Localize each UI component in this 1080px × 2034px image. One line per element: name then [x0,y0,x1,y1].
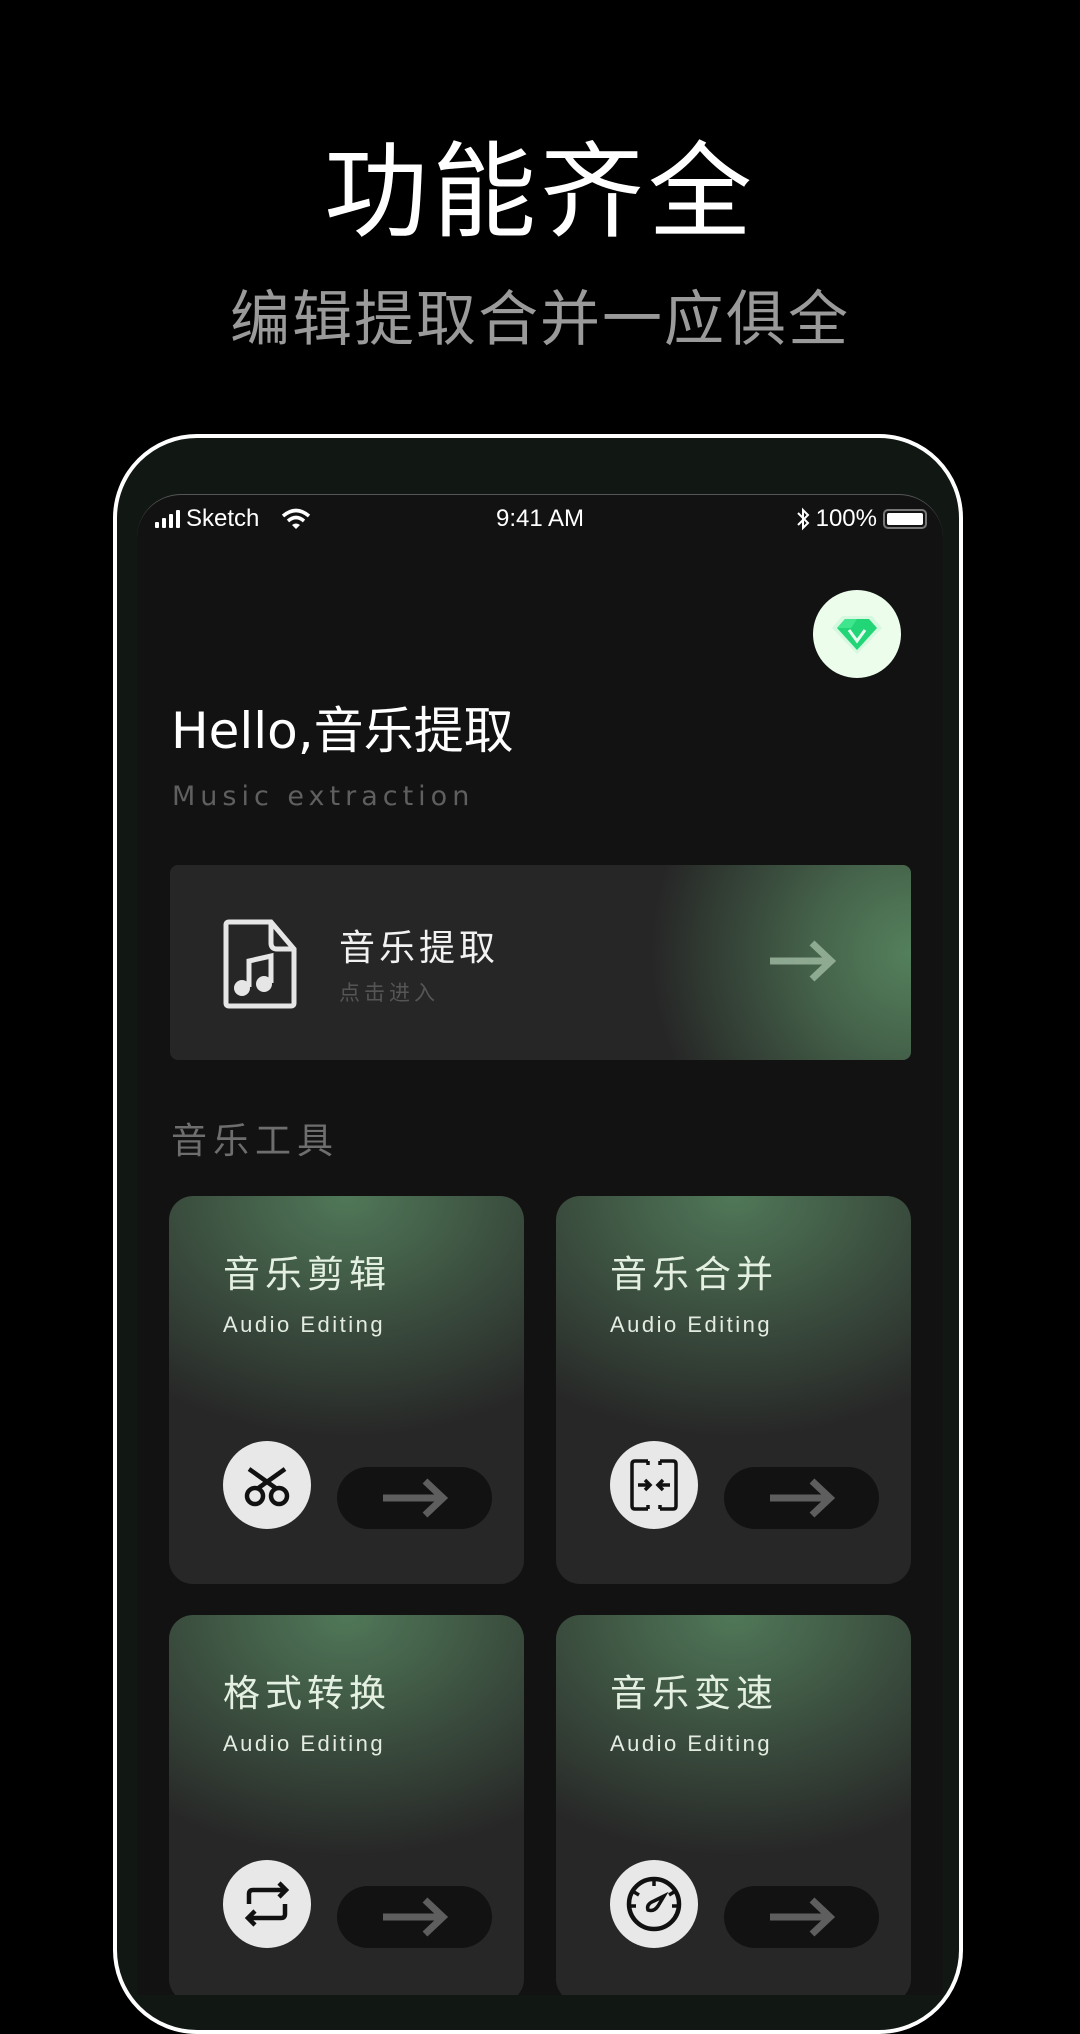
app-screen: Sketch 9:41 AM 100% Hello,音乐提取 Music ext… [137,494,943,1995]
tool-icon-button[interactable] [610,1860,698,1948]
tool-icon-button[interactable] [610,1441,698,1529]
status-bar: Sketch 9:41 AM 100% [137,495,943,539]
section-title: 音乐工具 [171,1121,340,1162]
promo-title: 功能齐全 [323,131,756,253]
tool-card-title: 音乐合并 [610,1253,778,1296]
tool-icon-button[interactable] [223,1441,311,1529]
tool-card-audio-merge[interactable]: 音乐合并 Audio Editing [556,1196,911,1584]
music-extract-card[interactable]: 音乐提取 点击进入 [170,865,911,1060]
tool-card-title: 格式转换 [223,1672,391,1715]
arrow-right-icon [769,1478,835,1518]
tool-card-format-convert[interactable]: 格式转换 Audio Editing [169,1615,524,1995]
repeat-convert-icon [244,1881,290,1927]
arrow-right-icon [382,1478,448,1518]
speedometer-icon [626,1876,682,1932]
arrow-right-icon [770,940,837,982]
tool-go-button[interactable] [337,1467,492,1529]
tool-card-audio-cut[interactable]: 音乐剪辑 Audio Editing [169,1196,524,1584]
battery-icon [883,509,927,529]
extract-card-subtitle: 点击进入 [339,981,439,1005]
extract-card-title: 音乐提取 [339,928,500,969]
tool-go-button[interactable] [337,1886,492,1948]
scissors-icon [244,1467,290,1507]
battery-percent: 100% [815,505,877,532]
promo-subtitle: 编辑提取合并一应俱全 [230,285,850,355]
bluetooth-icon [796,507,810,531]
diamond-vip-icon [832,616,882,654]
tool-go-button[interactable] [724,1886,879,1948]
music-file-icon [223,919,297,1009]
arrow-right-icon [382,1897,448,1937]
merge-icon [630,1459,678,1511]
tool-icon-button[interactable] [223,1860,311,1948]
tool-card-title: 音乐剪辑 [223,1253,391,1296]
tool-card-subtitle: Audio Editing [223,1312,386,1337]
tool-card-speed-change[interactable]: 音乐变速 Audio Editing [556,1615,911,1995]
greeting-title: Hello,音乐提取 [171,702,514,760]
tool-go-button[interactable] [724,1467,879,1529]
tool-card-subtitle: Audio Editing [223,1731,386,1756]
tool-card-subtitle: Audio Editing [610,1731,773,1756]
vip-button[interactable] [813,590,901,678]
tool-card-subtitle: Audio Editing [610,1312,773,1337]
greeting-subtitle: Music extraction [172,781,475,812]
arrow-right-icon [769,1897,835,1937]
tool-card-title: 音乐变速 [610,1672,778,1715]
